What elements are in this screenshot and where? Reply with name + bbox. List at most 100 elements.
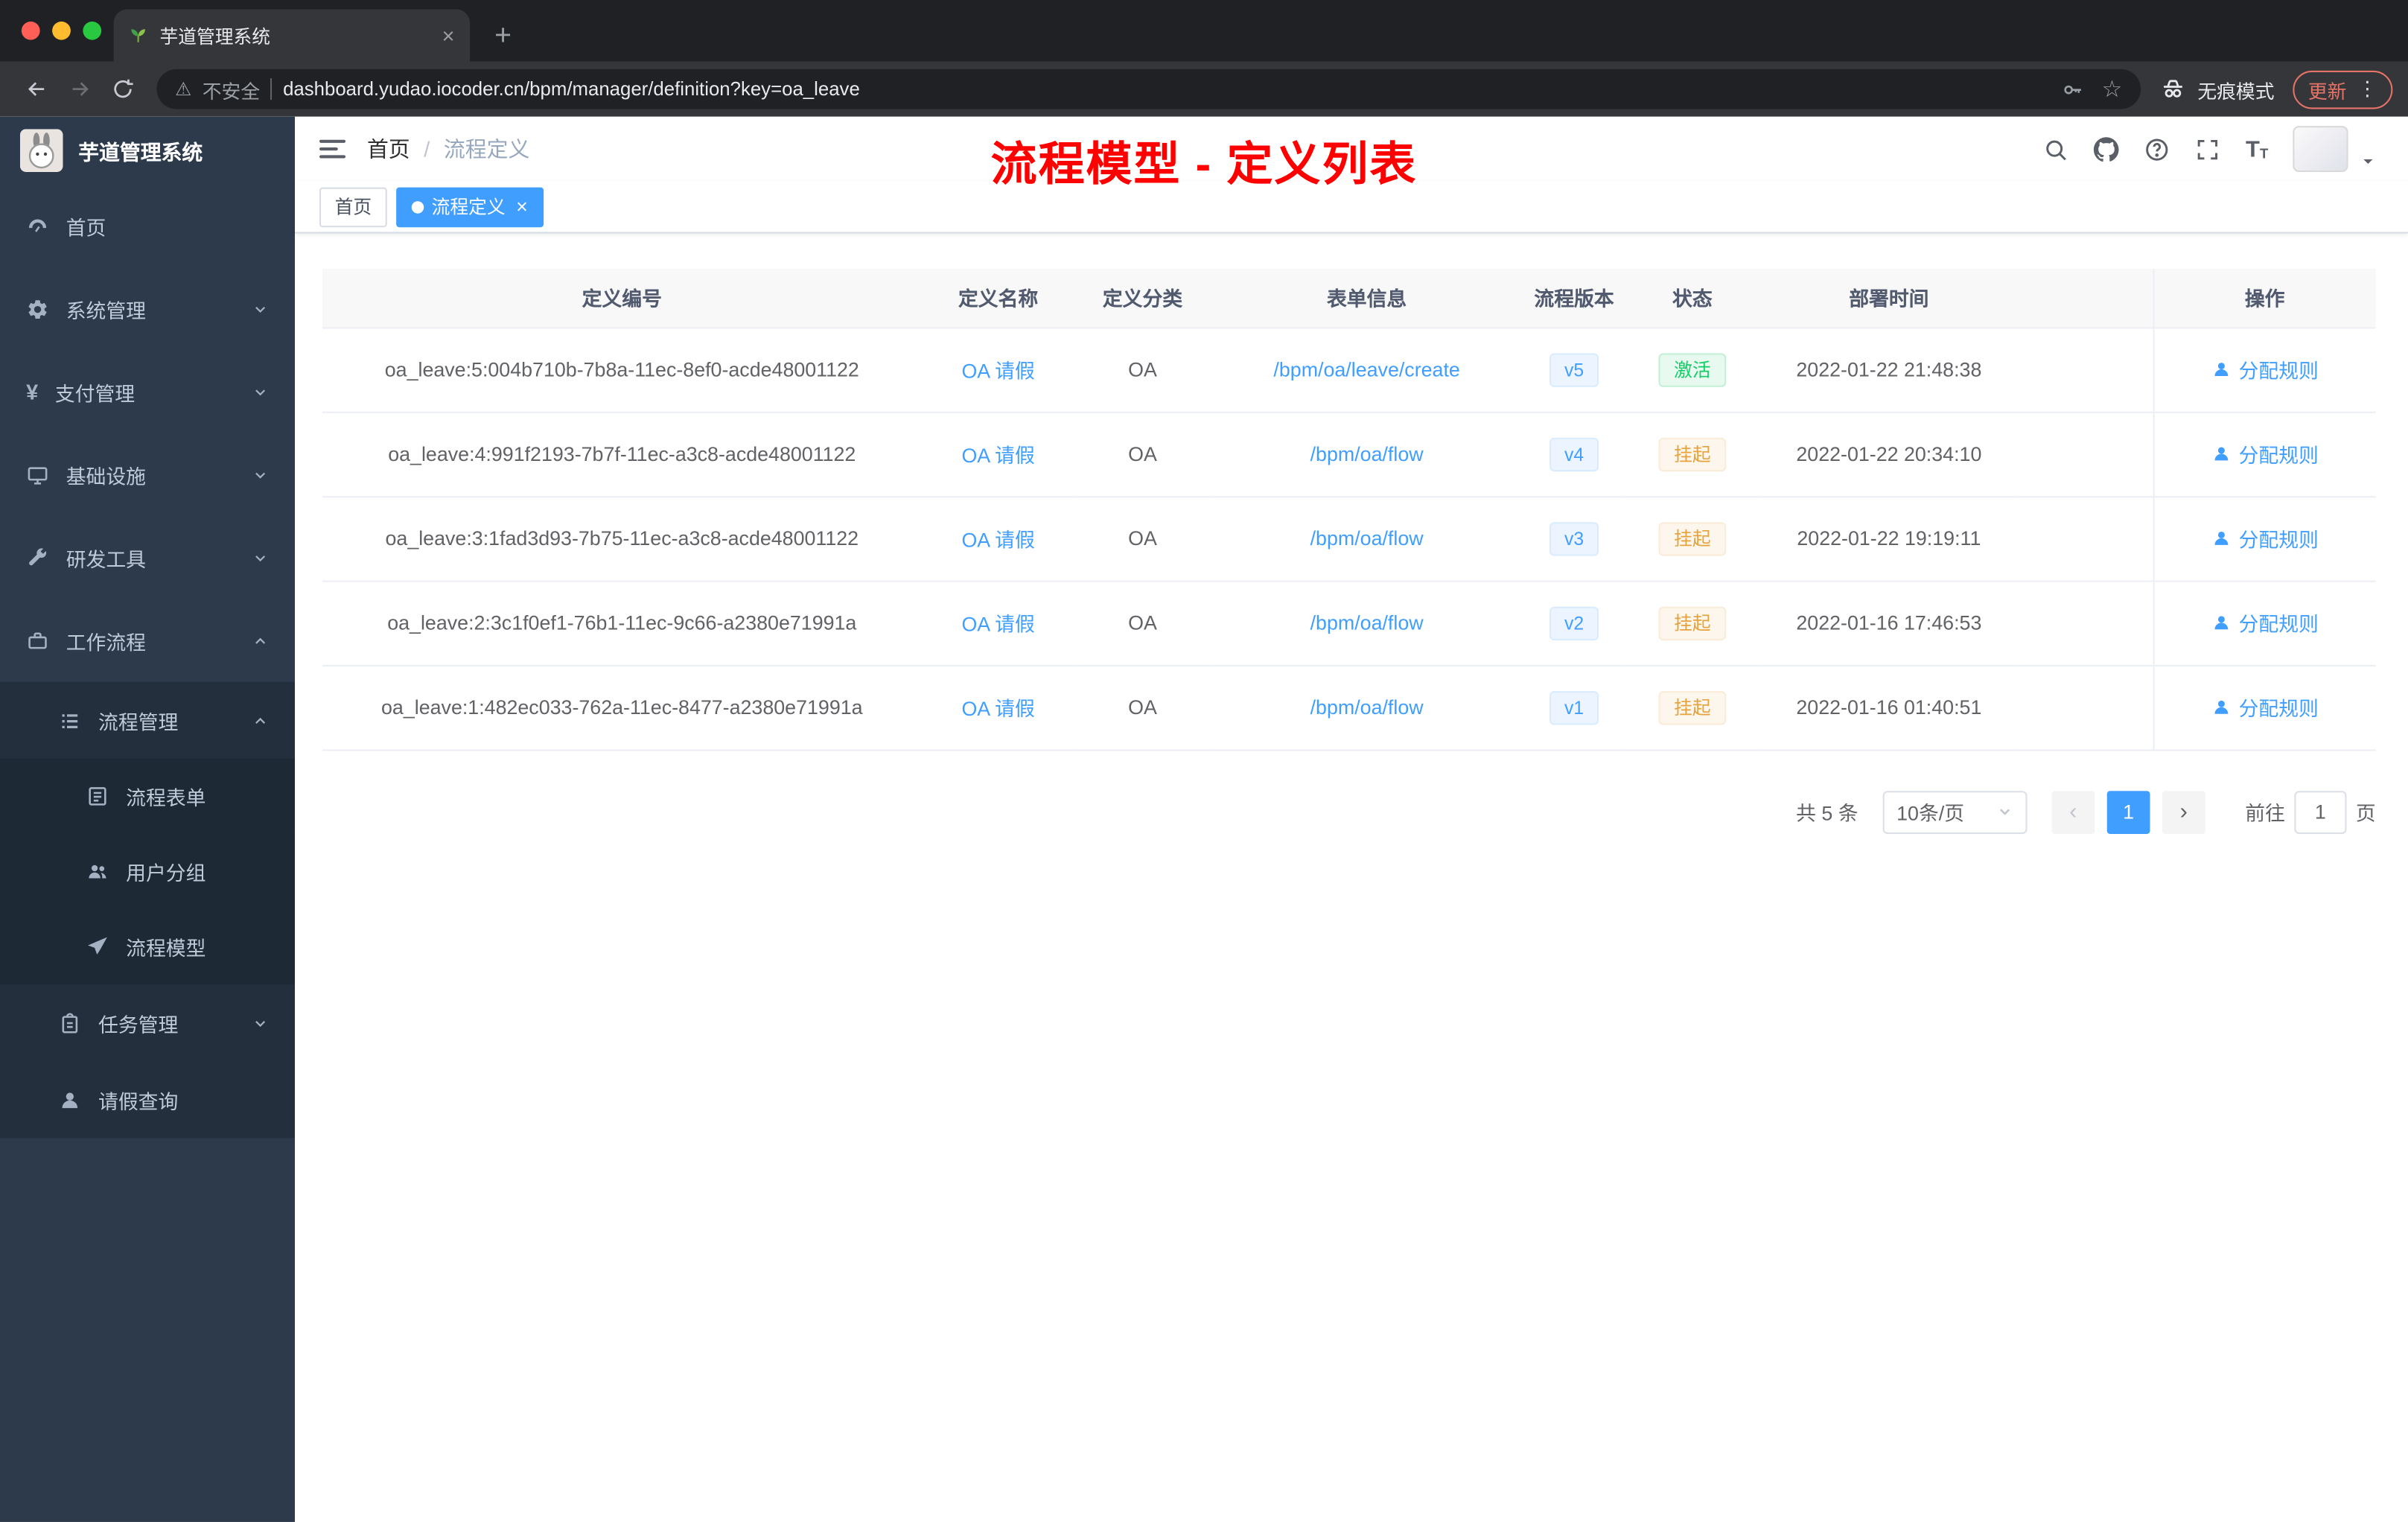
form-link[interactable]: /bpm/oa/flow bbox=[1310, 526, 1424, 550]
sidebar-logo[interactable]: 芋道管理系统 bbox=[0, 117, 295, 185]
person-icon bbox=[58, 1088, 81, 1111]
avatar[interactable] bbox=[2293, 126, 2348, 172]
app-header: 首页 / 流程定义 bbox=[295, 117, 2408, 182]
sidebar-item-process-form[interactable]: 流程表单 bbox=[0, 758, 295, 834]
sidebar-item-task-management[interactable]: 任务管理 bbox=[0, 984, 295, 1062]
help-icon[interactable] bbox=[2144, 136, 2170, 162]
security-warning-icon: ⚠ bbox=[175, 78, 192, 101]
new-tab-button[interactable]: + bbox=[494, 22, 512, 51]
assign-rule-link[interactable]: 分配规则 bbox=[2211, 523, 2319, 553]
status-badge: 挂起 bbox=[1658, 521, 1727, 555]
window-close-button[interactable] bbox=[21, 21, 40, 40]
form-link[interactable]: /bpm/oa/flow bbox=[1310, 695, 1424, 719]
prev-page-button[interactable]: ‹ bbox=[2051, 790, 2095, 833]
definition-name-link[interactable]: OA 请假 bbox=[961, 360, 1034, 383]
sidebar-item-user-group[interactable]: 用户分组 bbox=[0, 833, 295, 909]
search-icon[interactable] bbox=[2043, 136, 2069, 162]
monitor-icon bbox=[26, 463, 49, 486]
deploy-time-cell: 2022-01-16 01:40:51 bbox=[1759, 665, 2019, 751]
pagination: 共 5 条 10条/页 ‹ 1 › 前往 页 bbox=[322, 790, 2376, 833]
address-divider bbox=[270, 78, 273, 101]
sidebar-item-home[interactable]: 首页 bbox=[0, 185, 295, 267]
version-badge: v3 bbox=[1549, 521, 1599, 555]
page-size-select[interactable]: 10条/页 bbox=[1882, 790, 2028, 833]
chevron-up-icon bbox=[252, 632, 269, 649]
definition-name-link[interactable]: OA 请假 bbox=[961, 613, 1034, 636]
next-page-button[interactable]: › bbox=[2162, 790, 2205, 833]
goto-label: 前往 bbox=[2245, 801, 2285, 825]
sidebar-toggle-icon[interactable] bbox=[319, 139, 346, 159]
form-link[interactable]: /bpm/oa/leave/create bbox=[1273, 358, 1459, 381]
back-button[interactable] bbox=[16, 68, 59, 111]
sidebar-item-leave-query[interactable]: 请假查询 bbox=[0, 1061, 295, 1139]
fullscreen-icon[interactable] bbox=[2195, 136, 2221, 162]
window-minimize-button[interactable] bbox=[52, 21, 71, 40]
incognito-icon bbox=[2159, 75, 2187, 103]
security-label[interactable]: 不安全 bbox=[203, 74, 260, 104]
col-process-version: 流程版本 bbox=[1523, 268, 1625, 328]
tab-close-icon[interactable]: × bbox=[442, 23, 455, 48]
col-form-info: 表单信息 bbox=[1210, 268, 1523, 328]
font-size-icon[interactable] bbox=[2246, 138, 2268, 161]
breadcrumb-separator: / bbox=[424, 136, 430, 162]
page-1-button[interactable]: 1 bbox=[2106, 790, 2150, 833]
update-button[interactable]: 更新 ⋮ bbox=[2293, 69, 2393, 109]
browser-tab[interactable]: 芋道管理系统 × bbox=[113, 9, 471, 62]
incognito-badge: 无痕模式 bbox=[2159, 74, 2275, 104]
tag-home[interactable]: 首页 bbox=[319, 186, 387, 227]
sidebar-item-infrastructure[interactable]: 基础设施 bbox=[0, 433, 295, 516]
logo-title: 芋道管理系统 bbox=[78, 141, 203, 165]
sidebar-item-workflow[interactable]: 工作流程 bbox=[0, 599, 295, 681]
reload-button[interactable] bbox=[101, 68, 144, 111]
briefcase-icon bbox=[26, 629, 49, 652]
assign-rule-link[interactable]: 分配规则 bbox=[2211, 608, 2319, 637]
avatar-caret-icon[interactable] bbox=[2360, 153, 2376, 169]
breadcrumb-home[interactable]: 首页 bbox=[367, 133, 410, 164]
sidebar-item-payment[interactable]: 支付管理 bbox=[0, 350, 295, 433]
col-definition-category: 定义分类 bbox=[1074, 268, 1211, 328]
assign-rule-link[interactable]: 分配规则 bbox=[2211, 354, 2319, 383]
definition-name-link[interactable]: OA 请假 bbox=[961, 697, 1034, 720]
form-link[interactable]: /bpm/oa/flow bbox=[1310, 611, 1424, 634]
col-deploy-time: 部署时间 bbox=[1759, 268, 2019, 328]
sidebar-item-process-model[interactable]: 流程模型 bbox=[0, 909, 295, 985]
window-zoom-button[interactable] bbox=[83, 21, 102, 40]
category-cell: OA bbox=[1074, 411, 1211, 497]
sidebar-item-devtools[interactable]: 研发工具 bbox=[0, 516, 295, 599]
version-badge: v5 bbox=[1549, 352, 1599, 386]
breadcrumb: 首页 / 流程定义 bbox=[367, 133, 529, 164]
table-row: oa_leave:3:1fad3d93-7b75-11ec-a3c8-acde4… bbox=[322, 496, 2376, 582]
goto-page-input[interactable] bbox=[2294, 790, 2347, 833]
users-icon bbox=[86, 860, 109, 883]
tag-process-definition[interactable]: 流程定义 × bbox=[396, 186, 544, 227]
definition-name-link[interactable]: OA 请假 bbox=[961, 444, 1034, 467]
tag-close-icon[interactable]: × bbox=[516, 197, 528, 217]
version-badge: v1 bbox=[1549, 690, 1599, 725]
category-cell: OA bbox=[1074, 327, 1211, 413]
assign-rule-link[interactable]: 分配规则 bbox=[2211, 439, 2319, 468]
app-window: 芋道管理系统 首页 系统管理 支付管理 bbox=[0, 116, 2408, 1522]
form-link[interactable]: /bpm/oa/flow bbox=[1310, 442, 1424, 465]
spacer-cell bbox=[2018, 327, 2153, 413]
gear-icon bbox=[26, 297, 49, 320]
bookmark-star-icon[interactable]: ☆ bbox=[2102, 77, 2123, 101]
person-icon bbox=[2211, 613, 2231, 633]
sidebar-item-process-management[interactable]: 流程管理 bbox=[0, 681, 295, 759]
definition-name-link[interactable]: OA 请假 bbox=[961, 529, 1034, 552]
assign-rule-link[interactable]: 分配规则 bbox=[2211, 692, 2319, 722]
window-controls bbox=[21, 21, 102, 40]
chevron-down-icon bbox=[252, 1014, 269, 1031]
list-icon bbox=[58, 709, 81, 732]
sidebar-item-system[interactable]: 系统管理 bbox=[0, 267, 295, 350]
definition-id-cell: oa_leave:5:004b710b-7b8a-11ec-8ef0-acde4… bbox=[322, 327, 922, 413]
github-icon[interactable] bbox=[2094, 136, 2120, 162]
key-icon[interactable] bbox=[2060, 77, 2083, 101]
address-bar[interactable]: ⚠ 不安全 dashboard.yudao.iocoder.cn/bpm/man… bbox=[156, 69, 2141, 109]
forward-button[interactable] bbox=[58, 68, 101, 111]
spacer-cell bbox=[2018, 665, 2153, 751]
form-icon bbox=[86, 785, 109, 808]
col-spacer bbox=[2018, 268, 2153, 328]
status-badge: 激活 bbox=[1658, 352, 1727, 386]
browser-menu-icon[interactable]: ⋮ bbox=[2357, 77, 2377, 101]
browser-tab-strip: 芋道管理系统 × + bbox=[0, 0, 2408, 62]
